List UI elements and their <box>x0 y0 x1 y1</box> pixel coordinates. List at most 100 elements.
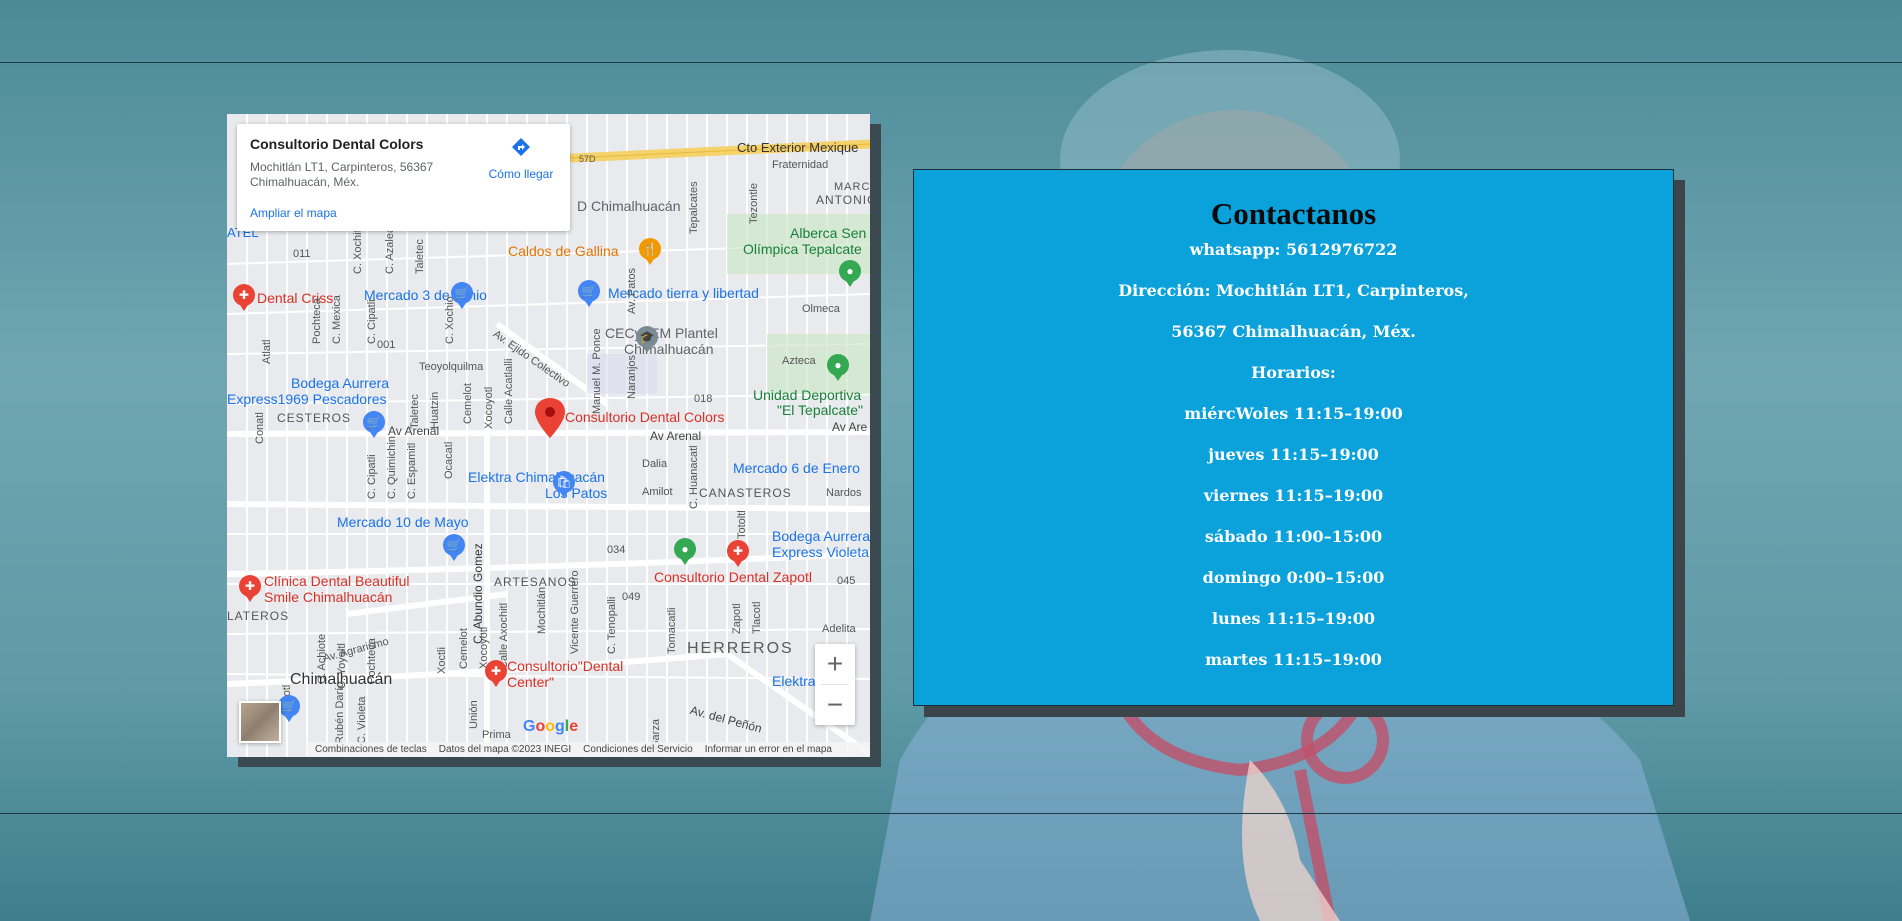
map-label-consultorio-center-1: Consultorio"Dental <box>507 658 624 674</box>
map-label-c-quimichin: C. Quimichin <box>386 436 398 499</box>
map-label-mercado-6: Mercado 6 de Enero <box>733 460 860 476</box>
hospital-pin-icon[interactable]: ✚ <box>727 540 749 567</box>
map-label-pochteca: Pochteca <box>311 298 323 344</box>
map-label-tezontle: Tezontle <box>748 183 760 224</box>
map-label-tlacotl: Tlacotl <box>751 601 763 634</box>
map-label-calle-acatl: Calle Acatlalli <box>503 358 515 424</box>
map-label-av-patos: Av. Patos <box>626 267 638 314</box>
shopping-cart-pin-icon[interactable]: 🛒 <box>443 534 465 561</box>
map-label-dalia: Dalia <box>642 458 668 470</box>
map-label-amilot: Amilot <box>642 486 673 498</box>
map-label-clinica-1: Clínica Dental Beautiful <box>264 573 410 589</box>
map-label-001: 001 <box>377 339 396 351</box>
map-label-cesteros: CESTEROS <box>277 411 352 425</box>
place-address-line2: Chimalhuacán, Méx. <box>250 175 360 189</box>
map-label-049: 049 <box>622 591 641 603</box>
map-label-totoltl: Totoltl <box>736 510 748 539</box>
map-label-mercado-10: Mercado 10 de Mayo <box>337 514 469 530</box>
map-label-consultorio-colors: Consultorio Dental Colors <box>565 409 725 425</box>
map-label-c-violeta: C. Violeta <box>356 696 368 745</box>
map-label-av-arenal-mid: Av Arenal <box>650 429 702 443</box>
map-label-antonio: ANTONIO <box>816 193 870 207</box>
map-label-tomacatli: Tomacatli <box>666 607 678 654</box>
whatsapp-line: whatsapp: 5612976722 <box>1189 240 1398 259</box>
map-label-chimalhuacan-top: D Chimalhuacán <box>577 198 681 214</box>
map-label-olmeca: Olmeca <box>802 303 840 315</box>
hours-wednesday: miércWoles 11:15–19:00 <box>1184 404 1403 423</box>
enlarge-map-link[interactable]: Ampliar el mapa <box>250 206 337 220</box>
school-pin-icon[interactable]: 🎓 <box>636 326 658 353</box>
map-label-bodega-violeta-1: Bodega Aurrera <box>772 528 870 544</box>
map-label-034: 034 <box>607 544 626 556</box>
contact-panel: Contactanos whatsapp: 5612976722 Direcci… <box>913 169 1674 706</box>
map-label-teoyolquilma: Teoyolquilma <box>419 361 484 373</box>
hours-sunday: domingo 0:00–15:00 <box>1202 568 1385 587</box>
map-label-zapotl: Zapotl <box>731 603 743 634</box>
map-label-045: 045 <box>837 575 856 587</box>
report-error-link[interactable]: Informar un error en el mapa <box>705 744 832 755</box>
map-label-018: 018 <box>694 393 713 405</box>
place-info-card: Consultorio Dental Colors Mochitlán LT1,… <box>237 124 570 231</box>
map-label-canasteros: CANASTEROS <box>699 486 792 500</box>
place-address-line1: Mochitlán LT1, Carpinteros, 56367 <box>250 160 434 174</box>
shopping-cart-pin-icon[interactable]: 🛒 <box>451 282 473 309</box>
park-pin-icon[interactable]: ● <box>827 354 849 381</box>
hours-monday: lunes 11:15–19:00 <box>1212 609 1375 628</box>
map-label-conatl: Conatl <box>254 412 266 444</box>
map-label-c-espamitl: C. Espamitl <box>406 442 418 499</box>
place-title: Consultorio Dental Colors <box>250 136 424 152</box>
map-footer: Combinaciones de teclas Datos del mapa ©… <box>307 742 870 757</box>
map-label-union: Unión <box>468 700 480 729</box>
keyboard-shortcuts-link[interactable]: Combinaciones de teclas <box>315 744 427 755</box>
map-label-consultorio-center-2: Center" <box>507 674 554 690</box>
map-label-marc: MARC <box>834 181 870 193</box>
map-label-bodega-aurrera-2: Express1969 Pescadores <box>227 391 387 407</box>
park-pin-icon[interactable]: ● <box>674 538 696 565</box>
map-label-c-mexica: C. Mexica <box>331 295 343 344</box>
hours-tuesday: martes 11:15–19:00 <box>1205 650 1382 669</box>
hours-saturday: sábado 11:00–15:00 <box>1204 527 1383 546</box>
google-logo: Google <box>523 718 579 735</box>
hospital-pin-icon[interactable]: ✚ <box>233 284 255 311</box>
map-label-adelita: Adelita <box>822 623 856 635</box>
zoom-out-button[interactable]: − <box>815 685 855 725</box>
hours-friday: viernes 11:15–19:00 <box>1203 486 1384 505</box>
map-label-c-cipatli-2: C. Cipatli <box>366 454 378 499</box>
map-label-atlatl: Atlatl <box>261 339 273 364</box>
hospital-pin-icon[interactable]: ✚ <box>485 660 507 687</box>
shopping-cart-pin-icon[interactable]: 🛒 <box>363 411 385 438</box>
map-label-c-xochio: C. Xochio <box>444 296 456 344</box>
contact-title: Contactanos <box>1210 196 1377 231</box>
shopping-cart-pin-icon[interactable]: 🛒 <box>578 280 600 307</box>
zoom-control: + − <box>815 644 855 725</box>
map-label-manuel-ponce: Manuel M. Ponce <box>591 328 603 414</box>
address-line-1: Dirección: Mochitlán LT1, Carpinteros, <box>1118 281 1469 300</box>
map-label-tepalcates: Tepalcates <box>688 181 700 234</box>
address-line-2: 56367 Chimalhuacán, Méx. <box>1171 322 1416 341</box>
map-label-unidad-2: "El Tepalcate" <box>777 402 863 418</box>
satellite-layer-toggle[interactable] <box>239 701 281 743</box>
map-label-ocacatl: Ocacatl <box>443 441 455 479</box>
map-label-olimpica: Olímpica Tepalcate <box>743 241 862 257</box>
shopping-cart-pin-icon[interactable]: 🛒 <box>278 695 300 722</box>
map-label-57d: 57D <box>579 154 596 164</box>
zoom-in-button[interactable]: + <box>815 644 855 684</box>
map-label-fraternidad: Fraternidad <box>772 159 829 171</box>
selected-location-marker-icon[interactable] <box>535 398 565 438</box>
hospital-pin-icon[interactable]: ✚ <box>239 575 261 602</box>
directions-button[interactable]: Cómo llegar <box>481 136 561 181</box>
park-pin-icon[interactable]: ● <box>839 260 861 287</box>
embedded-map[interactable]: Cto Exterior Mexique Fraternidad 57D MAR… <box>227 114 870 757</box>
map-label-taletec: Taletec <box>414 239 426 274</box>
terms-link[interactable]: Condiciones del Servicio <box>583 744 693 755</box>
restaurant-pin-icon[interactable]: 🍴 <box>639 238 661 265</box>
map-label-c-huanacatl: C. Huanacatl <box>688 445 700 509</box>
map-label-cecytem-1: CECyTEM Plantel <box>605 325 718 341</box>
shopping-bag-pin-icon[interactable]: 🛍 <box>553 471 575 498</box>
map-label-nardos: Nardos <box>826 487 862 499</box>
map-label-cemelot: Cemelot <box>462 383 474 424</box>
place-address: Mochitlán LT1, Carpinteros, 56367 Chimal… <box>250 160 470 190</box>
map-label-calle-xochitl: C. Xochitl <box>352 226 364 274</box>
map-label-consultorio-zapotl: Consultorio Dental Zapotl <box>654 569 812 585</box>
map-label-xocoyotl: Xocoyotl <box>483 386 495 429</box>
